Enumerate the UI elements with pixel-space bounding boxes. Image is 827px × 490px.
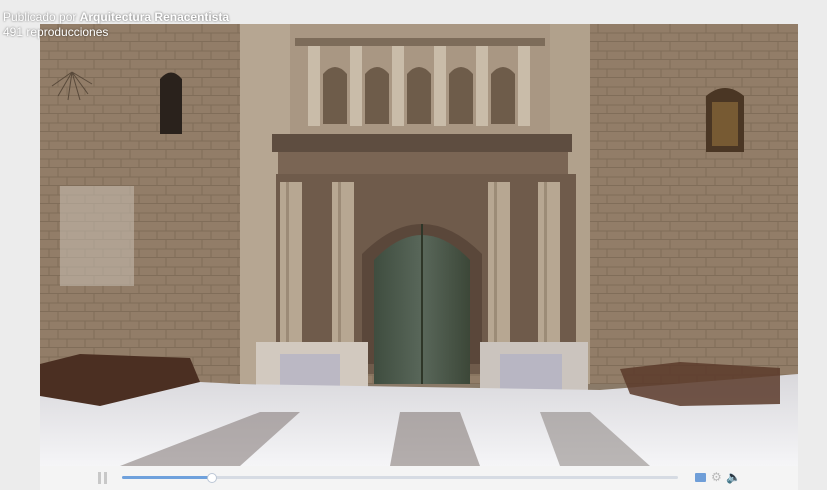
progress-fill bbox=[122, 476, 211, 479]
progress-handle[interactable] bbox=[206, 473, 217, 483]
player-controls: ⚙ 🔈 bbox=[40, 466, 798, 490]
video-embed-frame: Publicado por Arquitectura Renacentista … bbox=[0, 0, 827, 490]
video-info-overlay: Publicado por Arquitectura Renacentista … bbox=[3, 10, 229, 40]
view-count: 491 reproducciones bbox=[3, 25, 109, 39]
publisher-line: Publicado por Arquitectura Renacentista bbox=[3, 10, 229, 25]
captions-icon[interactable] bbox=[695, 473, 706, 482]
gear-icon[interactable]: ⚙ bbox=[711, 471, 722, 483]
video-viewport[interactable] bbox=[40, 24, 798, 466]
pause-icon[interactable] bbox=[98, 472, 108, 484]
publisher-link[interactable]: Arquitectura Renacentista bbox=[80, 10, 229, 24]
church-facade-scene bbox=[40, 24, 798, 466]
volume-icon[interactable]: 🔈 bbox=[726, 471, 741, 483]
publisher-prefix: Publicado por bbox=[3, 10, 80, 24]
progress-bar[interactable] bbox=[122, 473, 678, 483]
